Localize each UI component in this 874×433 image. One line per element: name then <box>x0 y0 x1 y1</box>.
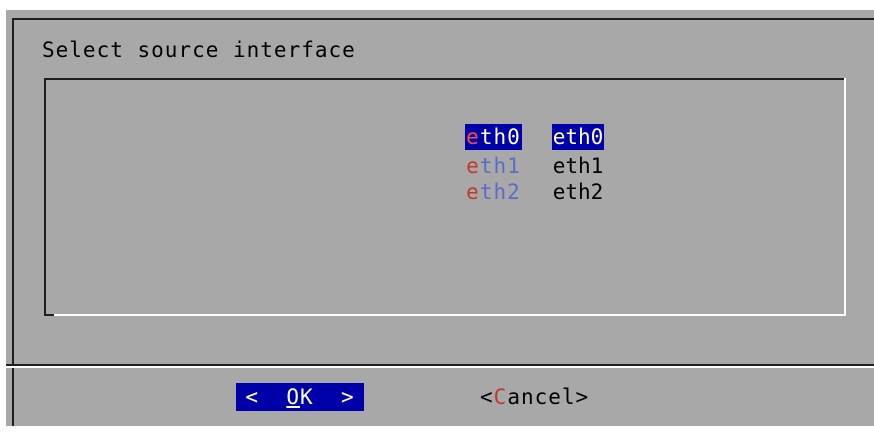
hotkey-letter: e <box>466 180 480 204</box>
list-border-bottom <box>52 314 846 316</box>
button-label: ancel <box>507 385 576 409</box>
interface-list[interactable]: eth0 eth0 eth1 eth1 eth2 eth2 <box>44 78 846 316</box>
tag-text: th2 <box>479 180 521 204</box>
list-border-left <box>44 78 46 316</box>
list-item-description: eth2 <box>552 180 604 204</box>
list-border-right <box>844 78 846 316</box>
cancel-button[interactable]: <Cancel> <box>480 383 589 411</box>
button-bracket-left: < <box>480 385 494 409</box>
button-separator-highlight <box>6 366 874 368</box>
list-item-eth1[interactable]: eth1 eth1 <box>364 127 604 178</box>
ok-button[interactable]: < OK > <box>236 383 364 411</box>
list-item-tag: eth2 <box>465 179 522 205</box>
button-bracket-left: < <box>245 385 287 409</box>
hotkey-letter: C <box>493 385 508 409</box>
dialog-border-top <box>4 8 874 10</box>
hotkey-letter: O <box>286 385 300 409</box>
list-border-corner <box>44 314 54 316</box>
list-item-eth0[interactable]: eth0 eth0 <box>364 98 605 150</box>
list-item-eth2[interactable]: eth2 eth2 <box>364 153 604 204</box>
button-label: K <box>300 385 314 409</box>
list-border-top <box>44 78 844 80</box>
dialog-title: Select source interface <box>42 38 356 62</box>
terminal-screen: Select source interface eth0 eth0 eth1 eth… <box>0 0 874 433</box>
button-bracket-right: > <box>313 385 355 409</box>
dialog-inner-border-top <box>12 18 874 20</box>
dialog-box: Select source interface eth0 eth0 eth1 eth… <box>4 8 874 426</box>
button-bracket-right: > <box>575 385 590 409</box>
